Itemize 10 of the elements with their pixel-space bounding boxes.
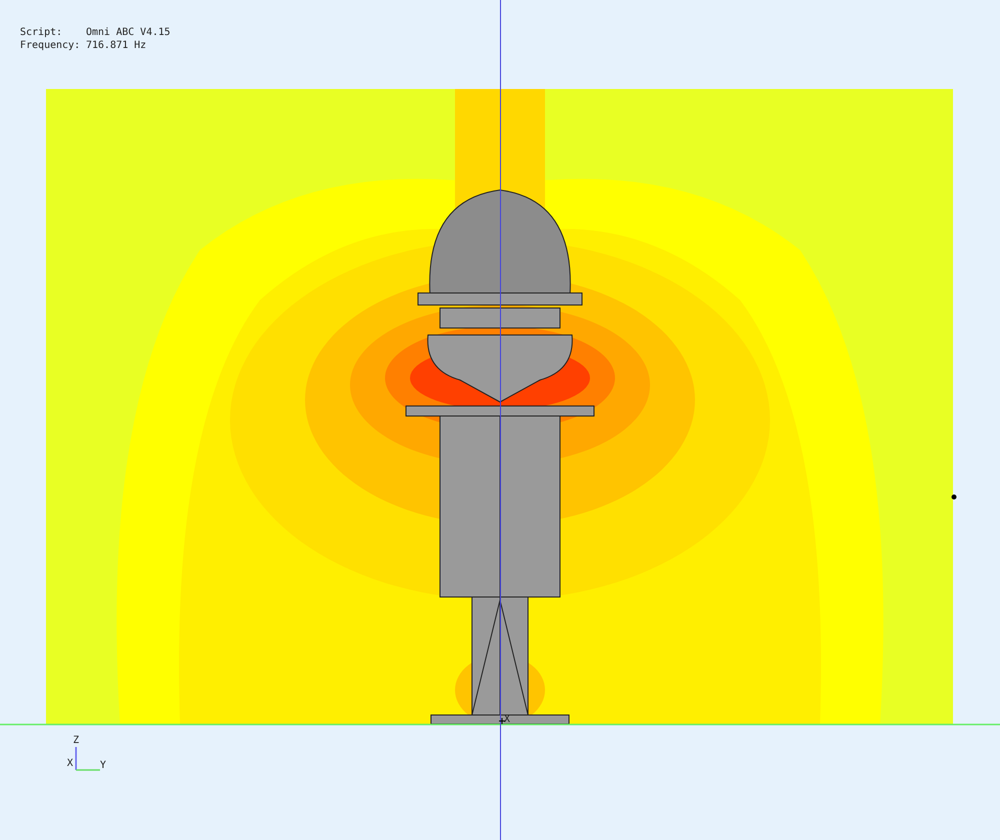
point-marker-icon — [952, 494, 956, 500]
info-value: 716.871 Hz — [86, 39, 146, 52]
origin-cross-icon — [498, 718, 506, 724]
x-axis-label: X — [67, 758, 74, 770]
axis-triad-icon — [75, 747, 100, 771]
info-value: Omni ABC V4.15 — [86, 26, 170, 39]
info-label: Frequency: — [20, 39, 82, 52]
y-axis-label: Y — [100, 760, 106, 772]
info-label: Script: — [20, 26, 64, 39]
z-axis-label: Z — [73, 735, 80, 747]
